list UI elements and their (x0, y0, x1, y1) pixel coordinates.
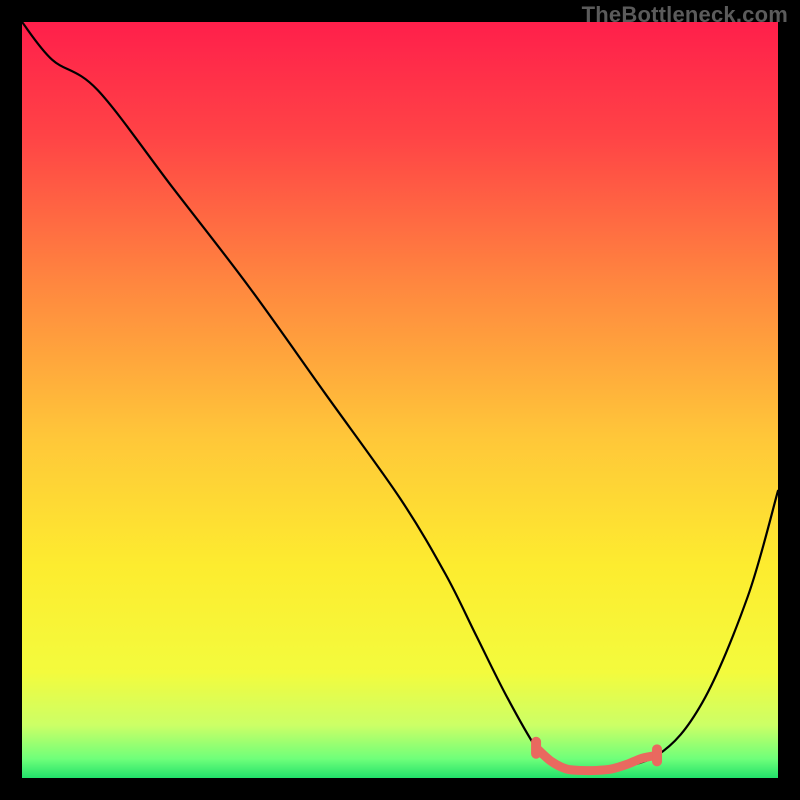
plot-area (22, 22, 778, 778)
gradient-background (22, 22, 778, 778)
chart-frame: TheBottleneck.com (0, 0, 800, 800)
watermark-text: TheBottleneck.com (582, 2, 788, 28)
highlight-cap-left (531, 737, 541, 759)
bottleneck-chart (22, 22, 778, 778)
highlight-cap-right (652, 744, 662, 766)
